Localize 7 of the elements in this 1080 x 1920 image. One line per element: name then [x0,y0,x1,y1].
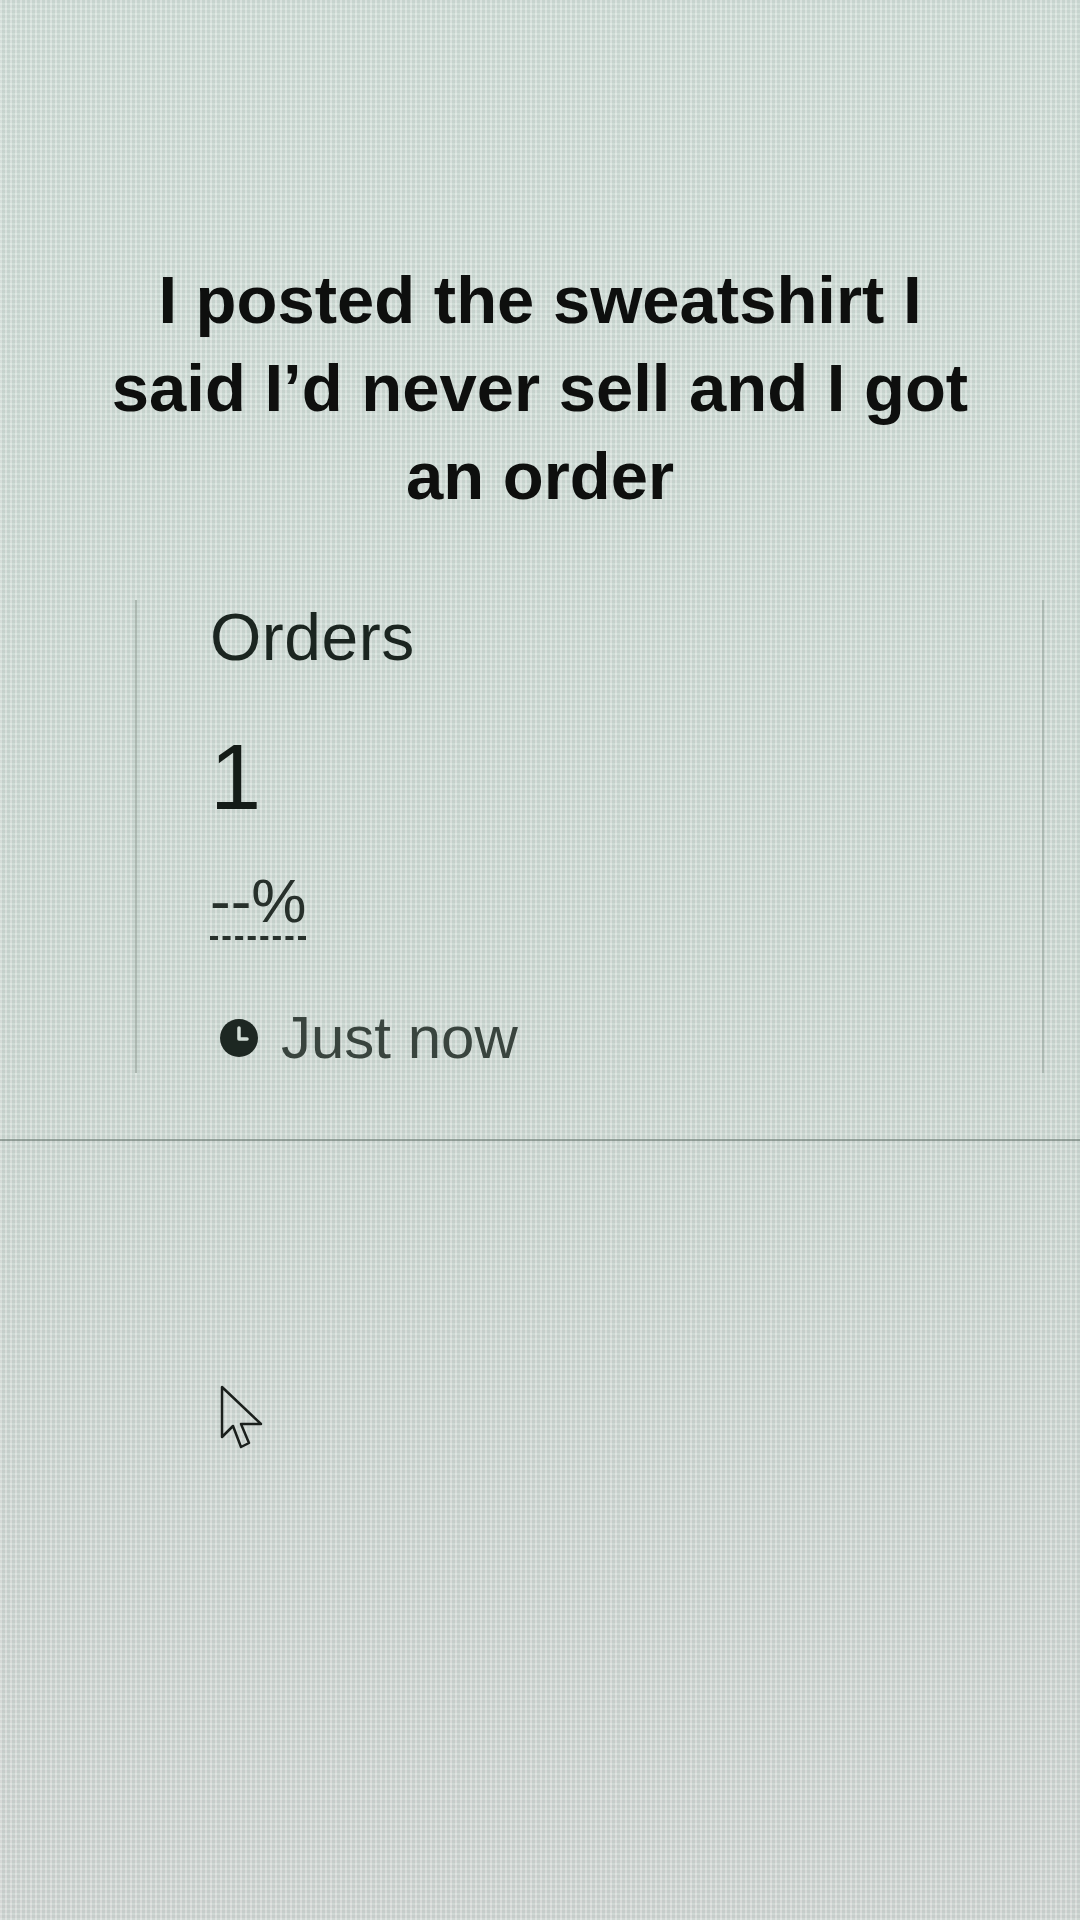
clock-icon [220,1019,258,1057]
stat-change: --% [210,866,307,940]
stat-title: Orders [210,600,415,674]
updated-time: Just now [281,1003,518,1073]
stat-value: 1 [210,727,262,828]
caption-text: I posted the sweatshirt I said I’d never sell and I got an order [110,261,970,515]
mouse-pointer-icon [220,1385,264,1451]
